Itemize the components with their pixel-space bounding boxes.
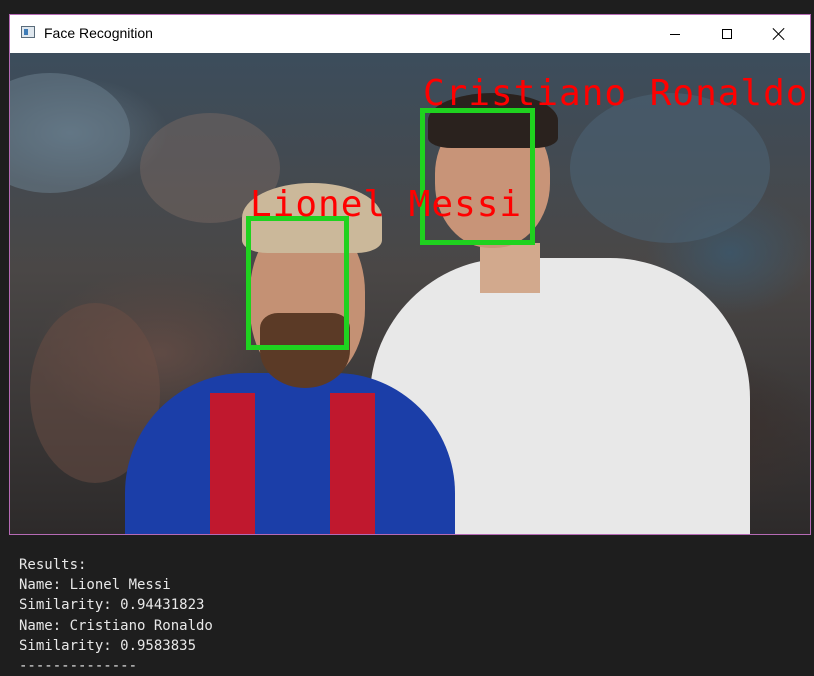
face-label-ronaldo: Cristiano Ronaldo	[423, 73, 809, 114]
ronaldo-neck	[480, 243, 540, 293]
maximize-icon	[722, 29, 732, 39]
desktop-background	[0, 0, 814, 14]
console-line: Results:	[19, 557, 87, 573]
app-window-icon	[21, 26, 35, 38]
console-line: Name: Lionel Messi	[19, 577, 171, 594]
minimize-button[interactable]	[652, 15, 698, 53]
barcelona-jersey	[125, 373, 455, 534]
close-button[interactable]	[756, 15, 802, 53]
recognition-image: Cristiano Ronaldo Lionel Messi	[10, 53, 810, 534]
crowd-blur	[10, 73, 130, 193]
crowd-blur	[570, 93, 770, 243]
face-recognition-window: Face Recognition Cristiano Ronaldo Lione…	[9, 14, 811, 535]
console-line: Similarity: 0.9583835	[19, 637, 197, 654]
title-bar[interactable]: Face Recognition	[10, 15, 810, 53]
face-label-messi: Lionel Messi	[250, 184, 523, 225]
console-output: Results: Name: Lionel Messi Similarity: …	[19, 555, 799, 676]
jersey-stripe	[210, 393, 255, 534]
jersey-stripe	[330, 393, 375, 534]
maximize-button[interactable]	[704, 15, 750, 53]
console-line: Name: Cristiano Ronaldo	[19, 617, 213, 634]
close-icon	[773, 28, 785, 40]
minimize-icon	[670, 33, 680, 35]
console-line: Similarity: 0.94431823	[19, 597, 205, 614]
window-title: Face Recognition	[44, 25, 153, 41]
console-line: --------------	[19, 658, 138, 675]
face-box-messi	[246, 216, 349, 350]
